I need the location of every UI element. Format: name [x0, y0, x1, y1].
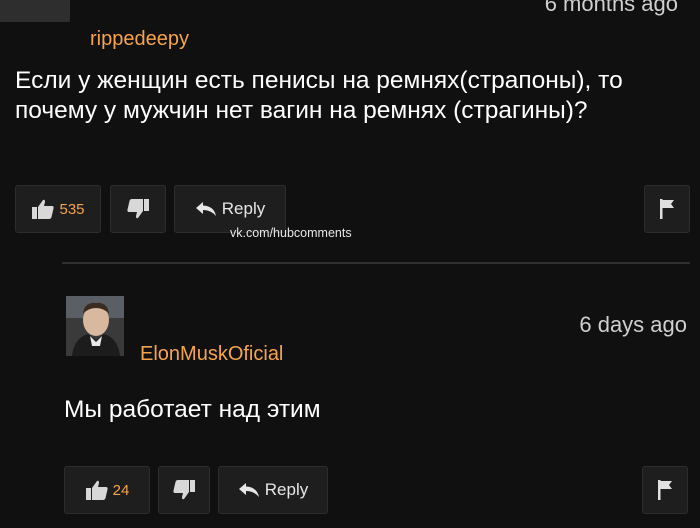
like-button[interactable]: 24: [64, 466, 150, 514]
thumbs-up-icon: [85, 479, 109, 501]
reply-arrow-icon: [238, 482, 260, 498]
like-button[interactable]: 535: [15, 185, 101, 233]
reply-label: Reply: [221, 199, 266, 218]
comment-text: Мы работает над этим: [64, 396, 321, 423]
comment-text: Если у женщин есть пенисы на ремнях(стра…: [15, 67, 623, 124]
reply-button[interactable]: Reply: [218, 466, 328, 514]
flag-icon: [657, 479, 673, 501]
dislike-button[interactable]: [158, 466, 210, 514]
flag-icon: [659, 198, 675, 220]
comment-username[interactable]: ElonMuskOficial: [140, 343, 283, 366]
comment-timestamp: 6 days ago: [579, 312, 687, 337]
dislike-button[interactable]: [110, 185, 166, 233]
avatar[interactable]: [0, 0, 70, 22]
reply-arrow-icon: [195, 201, 217, 217]
comment-timestamp: 6 months ago: [544, 0, 678, 16]
flag-button[interactable]: [642, 466, 688, 514]
avatar[interactable]: [66, 296, 124, 356]
watermark-text: vk.com/hubcomments: [230, 226, 352, 240]
thumbs-down-icon: [126, 198, 150, 220]
like-count: 24: [112, 481, 130, 499]
flag-button[interactable]: [644, 185, 690, 233]
thumbs-up-icon: [31, 198, 55, 220]
thumbs-down-icon: [172, 479, 196, 501]
comment-username[interactable]: rippedeepy: [90, 28, 189, 51]
comment-divider: [62, 262, 690, 264]
like-count: 535: [59, 200, 85, 218]
reply-label: Reply: [264, 480, 309, 499]
